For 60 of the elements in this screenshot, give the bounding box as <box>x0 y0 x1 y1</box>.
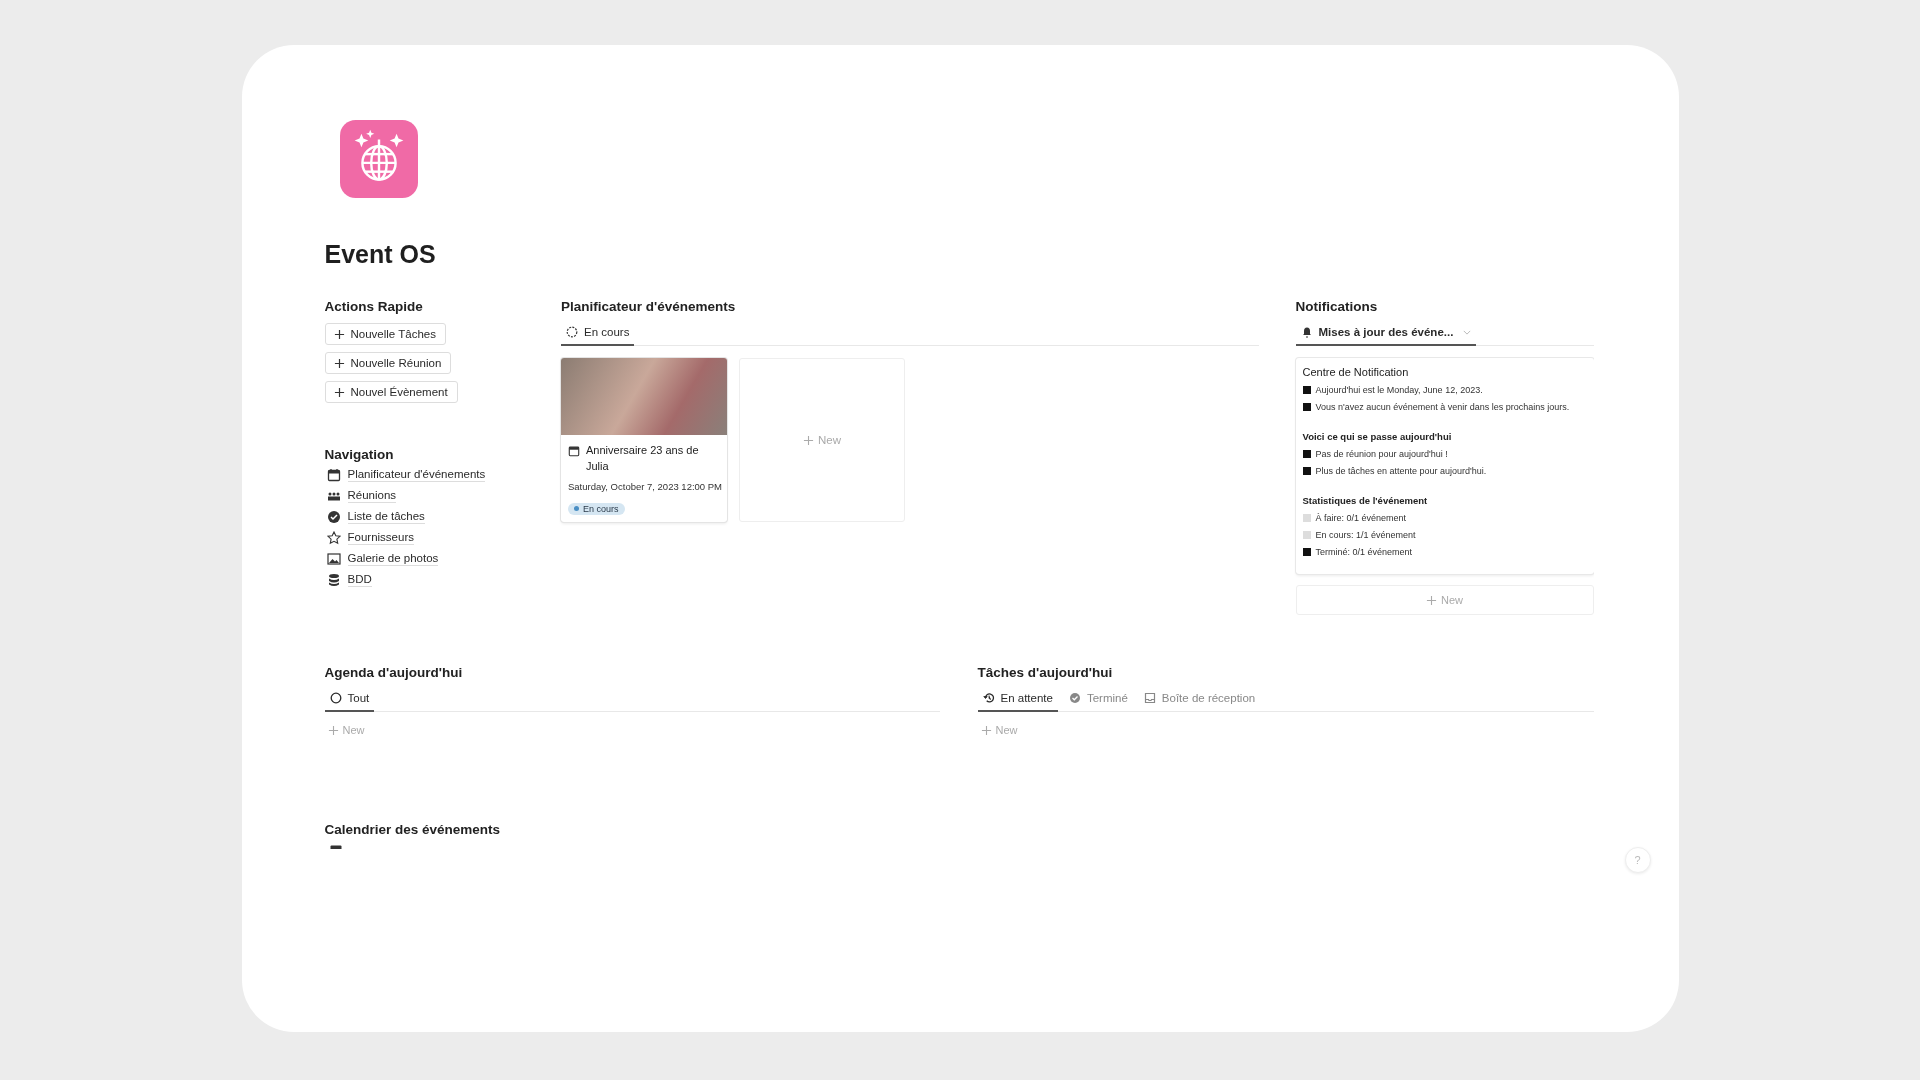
event-card[interactable]: Anniversaire 23 ans de Julia Saturday, October 7, 2023 12:00 PM En cours <box>561 358 727 522</box>
notification-text: À faire: 0/1 événement <box>1315 513 1407 523</box>
tab-label: En cours <box>584 326 630 338</box>
quick-action-button[interactable]: Nouvelle Tâches <box>324 323 446 345</box>
plus-icon <box>803 434 814 446</box>
notification-text: Vous n'avez aucun événement à venir dans les prochains jours. <box>1315 402 1570 412</box>
navigation-link[interactable]: BDD <box>347 573 372 587</box>
card-title: Centre de Notification <box>1302 366 1410 378</box>
plus-icon <box>333 386 345 398</box>
check-circle-icon <box>1068 692 1081 704</box>
view-tab[interactable]: En cours <box>561 323 635 346</box>
tab-label: En attente <box>1000 692 1053 704</box>
section-heading: Agenda d'aujourd'hui <box>324 665 464 680</box>
section-heading: Calendrier des événements <box>324 822 502 837</box>
history-icon <box>982 692 995 704</box>
navigation-link[interactable]: Réunions <box>347 489 397 503</box>
tab-label: Tout <box>347 692 370 704</box>
circle-icon <box>329 692 342 704</box>
database-icon <box>326 573 341 587</box>
event-date: Saturday, October 7, 2023 12:00 PM <box>568 481 720 492</box>
navigation-link[interactable]: Planificateur d'événements <box>347 468 486 482</box>
quick-action-button[interactable]: Nouvelle Réunion <box>324 352 452 374</box>
notification-text: Plus de tâches en attente pour aujourd'hui. <box>1315 466 1487 476</box>
tab-label: Terminé <box>1086 692 1128 704</box>
dashed-circle-icon <box>566 326 578 338</box>
section-heading: Notifications <box>1295 299 1379 314</box>
event-title: Anniversaire 23 ans de Julia <box>586 443 700 474</box>
section-heading: Navigation <box>324 447 395 462</box>
plus-icon <box>980 724 992 736</box>
chevron-down-icon <box>1463 329 1472 335</box>
page-title: Event OS <box>324 240 437 269</box>
notification-text: Pas de réunion pour aujourd'hui ! <box>1315 449 1448 459</box>
notification-heading: Voici ce qui se passe aujourd'hui <box>1302 431 1453 442</box>
navigation-link[interactable]: Galerie de photos <box>347 552 439 566</box>
notification-text: Aujourd'hui est le Monday, June 12, 2023. <box>1315 385 1483 395</box>
section-heading: Tâches d'aujourd'hui <box>977 665 1114 680</box>
star-icon <box>326 531 341 545</box>
navigation-link[interactable]: Liste de tâches <box>347 510 425 524</box>
tab-label: Boîte de réception <box>1161 692 1256 704</box>
view-selector[interactable]: Mises à jour des événe... <box>1295 323 1477 346</box>
plus-icon <box>1426 594 1437 606</box>
inbox-icon <box>1143 692 1156 704</box>
notification-text: Terminé: 0/1 événement <box>1315 547 1413 557</box>
plus-icon <box>333 357 345 369</box>
image-icon <box>326 552 341 566</box>
section-heading: Planificateur d'événements <box>561 299 737 314</box>
navigation-link[interactable]: Fournisseurs <box>347 531 414 545</box>
plus-icon <box>327 724 339 736</box>
check-circle-icon <box>326 510 341 524</box>
view-tab[interactable]: Tout <box>324 689 375 712</box>
status-tag: En cours <box>568 502 625 515</box>
quick-action-button[interactable]: Nouvel Évènement <box>324 381 458 403</box>
view-tab[interactable]: En attente <box>977 689 1058 712</box>
view-tab[interactable]: Boîte de réception <box>1138 689 1261 712</box>
view-label: Mises à jour des événe... <box>1318 326 1454 338</box>
view-tab[interactable]: Terminé <box>1063 689 1133 712</box>
notification-text: En cours: 1/1 événement <box>1315 530 1416 540</box>
section-heading: Actions Rapide <box>324 299 424 314</box>
notification-heading: Statistiques de l'événement <box>1302 495 1429 506</box>
plus-icon <box>333 328 345 340</box>
